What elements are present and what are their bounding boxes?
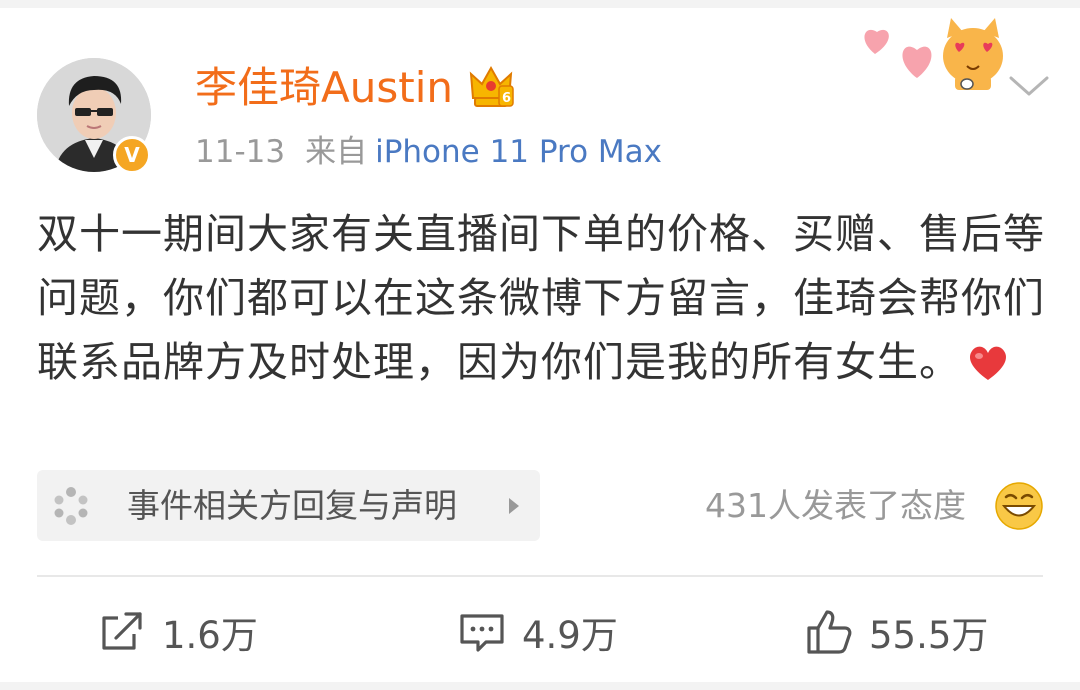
comment-button[interactable]: 4.9万: [458, 604, 618, 660]
device-link[interactable]: iPhone 11 Pro Max: [375, 134, 662, 170]
post-meta: 11-13 来自 iPhone 11 Pro Max: [195, 130, 662, 174]
verified-badge: V: [113, 136, 151, 174]
attitude-count[interactable]: 431人发表了态度: [705, 480, 966, 532]
comment-count: 4.9万: [522, 614, 618, 657]
post-content: 双十一期间大家有关直播间下单的价格、买赠、售后等问题，你们都可以在这条微博下方留…: [37, 202, 1047, 394]
red-heart-emoji-icon: [969, 346, 1007, 380]
svg-text:6: 6: [502, 91, 511, 106]
comment-icon: [460, 614, 504, 652]
post-time: 11-13: [195, 134, 286, 170]
username[interactable]: 李佳琦Austin: [195, 60, 453, 116]
source-prefix: 来自: [305, 134, 368, 170]
like-button[interactable]: 55.5万: [805, 604, 988, 660]
repost-count: 1.6万: [162, 614, 258, 657]
like-count: 55.5万: [869, 614, 989, 657]
post-text: 双十一期间大家有关直播间下单的价格、买赠、售后等问题，你们都可以在这条微博下方留…: [37, 210, 1045, 386]
cat-hearts-sticker-icon: [864, 18, 1003, 90]
laughing-emoji-icon[interactable]: [994, 481, 1044, 531]
thumbs-up-icon: [807, 610, 852, 654]
topic-card[interactable]: 事件相关方回复与声明: [37, 470, 540, 541]
bottom-separator: [0, 682, 1080, 690]
repost-icon: [102, 612, 142, 650]
divider: [37, 575, 1043, 577]
caret-right-icon: [509, 498, 519, 514]
verified-v-icon: V: [124, 143, 140, 167]
topic-spinner-icon: [54, 487, 88, 525]
top-separator: [0, 0, 1080, 8]
crown-membership-icon[interactable]: 6: [467, 64, 515, 110]
chevron-down-icon[interactable]: [1007, 70, 1051, 100]
repost-button[interactable]: 1.6万: [98, 604, 258, 660]
topic-label: 事件相关方回复与声明: [127, 486, 457, 525]
